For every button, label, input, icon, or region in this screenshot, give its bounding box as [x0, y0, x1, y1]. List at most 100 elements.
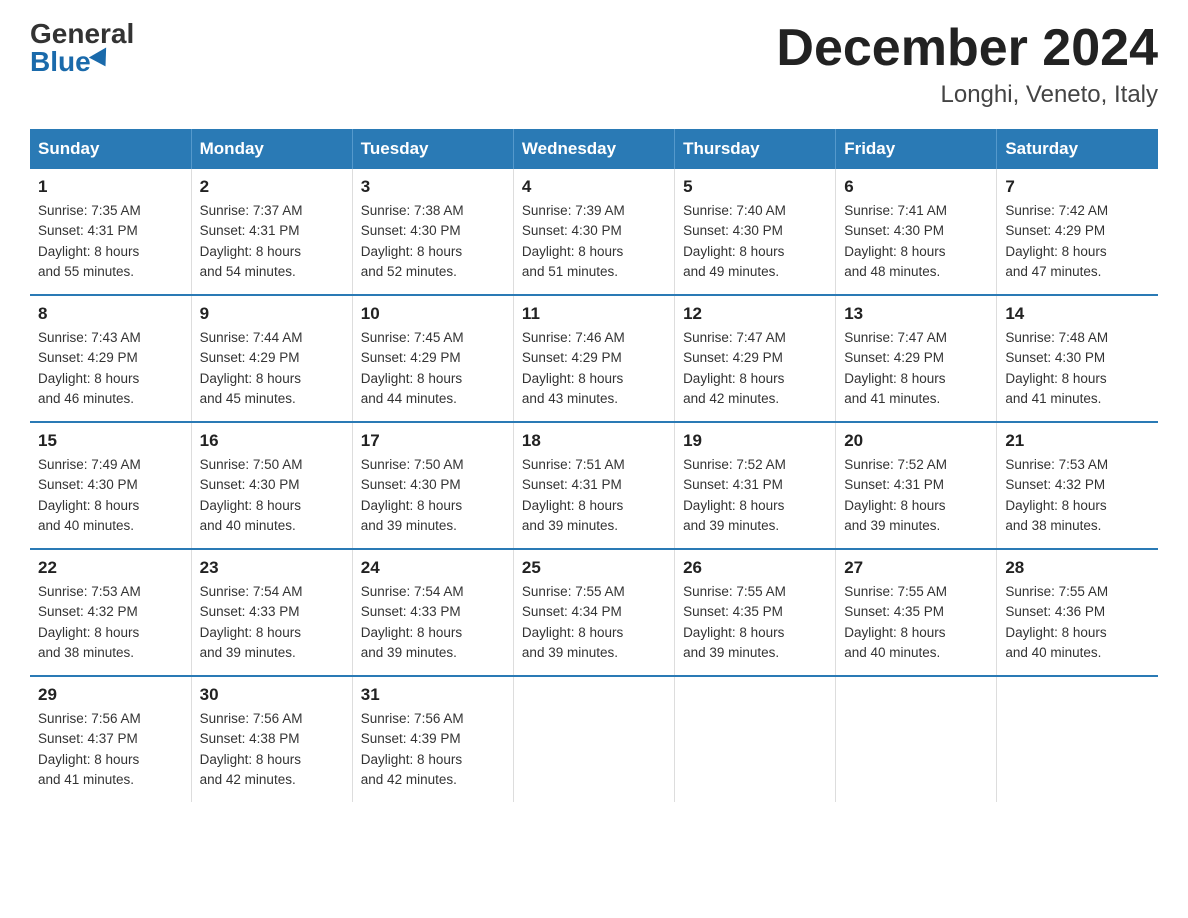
- day-number: 12: [683, 304, 827, 324]
- day-info: Sunrise: 7:42 AMSunset: 4:29 PMDaylight:…: [1005, 201, 1150, 282]
- day-number: 24: [361, 558, 505, 578]
- day-info: Sunrise: 7:47 AMSunset: 4:29 PMDaylight:…: [844, 328, 988, 409]
- day-number: 9: [200, 304, 344, 324]
- table-row: 28Sunrise: 7:55 AMSunset: 4:36 PMDayligh…: [997, 549, 1158, 676]
- day-number: 8: [38, 304, 183, 324]
- table-row: 23 Sunrise: 7:54 AMSunset: 4:33 PMDayligh…: [191, 549, 352, 676]
- table-row: 31Sunrise: 7:56 AMSunset: 4:39 PMDayligh…: [352, 676, 513, 802]
- day-number: 13: [844, 304, 988, 324]
- table-row: 30 Sunrise: 7:56 AMSunset: 4:38 PMDayligh…: [191, 676, 352, 802]
- header-monday: Monday: [191, 129, 352, 169]
- table-row: 4 Sunrise: 7:39 AMSunset: 4:30 PMDaylight…: [513, 169, 674, 295]
- table-row: 20 Sunrise: 7:52 AMSunset: 4:31 PMDayligh…: [836, 422, 997, 549]
- day-number: 5: [683, 177, 827, 197]
- day-number: 14: [1005, 304, 1150, 324]
- calendar-week-2: 8 Sunrise: 7:43 AMSunset: 4:29 PMDaylight…: [30, 295, 1158, 422]
- day-info: Sunrise: 7:54 AMSunset: 4:33 PMDaylight:…: [361, 582, 505, 663]
- day-number: 11: [522, 304, 666, 324]
- table-row: 26 Sunrise: 7:55 AMSunset: 4:35 PMDayligh…: [675, 549, 836, 676]
- table-row: 8 Sunrise: 7:43 AMSunset: 4:29 PMDaylight…: [30, 295, 191, 422]
- day-info: Sunrise: 7:51 AMSunset: 4:31 PMDaylight:…: [522, 455, 666, 536]
- calendar-title: December 2024: [776, 20, 1158, 77]
- table-row: 24 Sunrise: 7:54 AMSunset: 4:33 PMDayligh…: [352, 549, 513, 676]
- day-number: 17: [361, 431, 505, 451]
- table-row: 12 Sunrise: 7:47 AMSunset: 4:29 PMDayligh…: [675, 295, 836, 422]
- day-number: 31: [361, 685, 505, 705]
- day-info: Sunrise: 7:54 AMSunset: 4:33 PMDaylight:…: [200, 582, 344, 663]
- day-info: Sunrise: 7:56 AMSunset: 4:38 PMDaylight:…: [200, 709, 344, 790]
- day-info: Sunrise: 7:55 AMSunset: 4:35 PMDaylight:…: [844, 582, 988, 663]
- table-row: 2Sunrise: 7:37 AMSunset: 4:31 PMDaylight…: [191, 169, 352, 295]
- table-row: 17 Sunrise: 7:50 AMSunset: 4:30 PMDayligh…: [352, 422, 513, 549]
- table-row: 25Sunrise: 7:55 AMSunset: 4:34 PMDayligh…: [513, 549, 674, 676]
- day-info: Sunrise: 7:39 AMSunset: 4:30 PMDaylight:…: [522, 201, 666, 282]
- day-info: Sunrise: 7:35 AMSunset: 4:31 PMDaylight:…: [38, 201, 183, 282]
- table-row: [836, 676, 997, 802]
- table-row: 5 Sunrise: 7:40 AMSunset: 4:30 PMDaylight…: [675, 169, 836, 295]
- table-row: 6 Sunrise: 7:41 AMSunset: 4:30 PMDaylight…: [836, 169, 997, 295]
- logo-general-text: General: [30, 20, 134, 48]
- day-number: 25: [522, 558, 666, 578]
- table-row: 9 Sunrise: 7:44 AMSunset: 4:29 PMDaylight…: [191, 295, 352, 422]
- day-number: 1: [38, 177, 183, 197]
- table-row: 29 Sunrise: 7:56 AMSunset: 4:37 PMDayligh…: [30, 676, 191, 802]
- header-row: Sunday Monday Tuesday Wednesday Thursday…: [30, 129, 1158, 169]
- calendar-week-5: 29 Sunrise: 7:56 AMSunset: 4:37 PMDayligh…: [30, 676, 1158, 802]
- day-info: Sunrise: 7:41 AMSunset: 4:30 PMDaylight:…: [844, 201, 988, 282]
- day-info: Sunrise: 7:45 AMSunset: 4:29 PMDaylight:…: [361, 328, 505, 409]
- table-row: 15Sunrise: 7:49 AMSunset: 4:30 PMDayligh…: [30, 422, 191, 549]
- day-info: Sunrise: 7:53 AMSunset: 4:32 PMDaylight:…: [1005, 455, 1150, 536]
- table-row: 14 Sunrise: 7:48 AMSunset: 4:30 PMDayligh…: [997, 295, 1158, 422]
- day-info: Sunrise: 7:52 AMSunset: 4:31 PMDaylight:…: [683, 455, 827, 536]
- day-number: 4: [522, 177, 666, 197]
- day-info: Sunrise: 7:43 AMSunset: 4:29 PMDaylight:…: [38, 328, 183, 409]
- day-info: Sunrise: 7:44 AMSunset: 4:29 PMDaylight:…: [200, 328, 344, 409]
- calendar-header: Sunday Monday Tuesday Wednesday Thursday…: [30, 129, 1158, 169]
- day-info: Sunrise: 7:52 AMSunset: 4:31 PMDaylight:…: [844, 455, 988, 536]
- day-info: Sunrise: 7:40 AMSunset: 4:30 PMDaylight:…: [683, 201, 827, 282]
- table-row: [675, 676, 836, 802]
- logo-blue-text: Blue: [30, 48, 113, 76]
- day-info: Sunrise: 7:47 AMSunset: 4:29 PMDaylight:…: [683, 328, 827, 409]
- header-saturday: Saturday: [997, 129, 1158, 169]
- header-thursday: Thursday: [675, 129, 836, 169]
- day-number: 19: [683, 431, 827, 451]
- day-number: 26: [683, 558, 827, 578]
- calendar-subtitle: Longhi, Veneto, Italy: [776, 81, 1158, 109]
- day-info: Sunrise: 7:37 AMSunset: 4:31 PMDaylight:…: [200, 201, 344, 282]
- day-info: Sunrise: 7:50 AMSunset: 4:30 PMDaylight:…: [361, 455, 505, 536]
- table-row: 19 Sunrise: 7:52 AMSunset: 4:31 PMDayligh…: [675, 422, 836, 549]
- table-row: 1 Sunrise: 7:35 AMSunset: 4:31 PMDaylight…: [30, 169, 191, 295]
- day-number: 21: [1005, 431, 1150, 451]
- day-number: 20: [844, 431, 988, 451]
- day-info: Sunrise: 7:55 AMSunset: 4:35 PMDaylight:…: [683, 582, 827, 663]
- calendar-week-4: 22Sunrise: 7:53 AMSunset: 4:32 PMDayligh…: [30, 549, 1158, 676]
- table-row: 7 Sunrise: 7:42 AMSunset: 4:29 PMDaylight…: [997, 169, 1158, 295]
- calendar-week-1: 1 Sunrise: 7:35 AMSunset: 4:31 PMDaylight…: [30, 169, 1158, 295]
- table-row: 16Sunrise: 7:50 AMSunset: 4:30 PMDayligh…: [191, 422, 352, 549]
- calendar-table: Sunday Monday Tuesday Wednesday Thursday…: [30, 129, 1158, 802]
- day-number: 7: [1005, 177, 1150, 197]
- day-number: 30: [200, 685, 344, 705]
- day-info: Sunrise: 7:48 AMSunset: 4:30 PMDaylight:…: [1005, 328, 1150, 409]
- header-sunday: Sunday: [30, 129, 191, 169]
- day-info: Sunrise: 7:53 AMSunset: 4:32 PMDaylight:…: [38, 582, 183, 663]
- day-info: Sunrise: 7:56 AMSunset: 4:37 PMDaylight:…: [38, 709, 183, 790]
- table-row: 10Sunrise: 7:45 AMSunset: 4:29 PMDayligh…: [352, 295, 513, 422]
- day-number: 29: [38, 685, 183, 705]
- table-row: 3Sunrise: 7:38 AMSunset: 4:30 PMDaylight…: [352, 169, 513, 295]
- table-row: 21 Sunrise: 7:53 AMSunset: 4:32 PMDayligh…: [997, 422, 1158, 549]
- day-number: 16: [200, 431, 344, 451]
- calendar-week-3: 15Sunrise: 7:49 AMSunset: 4:30 PMDayligh…: [30, 422, 1158, 549]
- day-number: 6: [844, 177, 988, 197]
- header-friday: Friday: [836, 129, 997, 169]
- day-number: 15: [38, 431, 183, 451]
- logo-triangle-icon: [89, 47, 114, 71]
- calendar-body: 1 Sunrise: 7:35 AMSunset: 4:31 PMDaylight…: [30, 169, 1158, 802]
- table-row: 11 Sunrise: 7:46 AMSunset: 4:29 PMDayligh…: [513, 295, 674, 422]
- day-number: 23: [200, 558, 344, 578]
- page-header: General Blue December 2024 Longhi, Venet…: [30, 20, 1158, 109]
- day-info: Sunrise: 7:46 AMSunset: 4:29 PMDaylight:…: [522, 328, 666, 409]
- table-row: 13 Sunrise: 7:47 AMSunset: 4:29 PMDayligh…: [836, 295, 997, 422]
- table-row: [513, 676, 674, 802]
